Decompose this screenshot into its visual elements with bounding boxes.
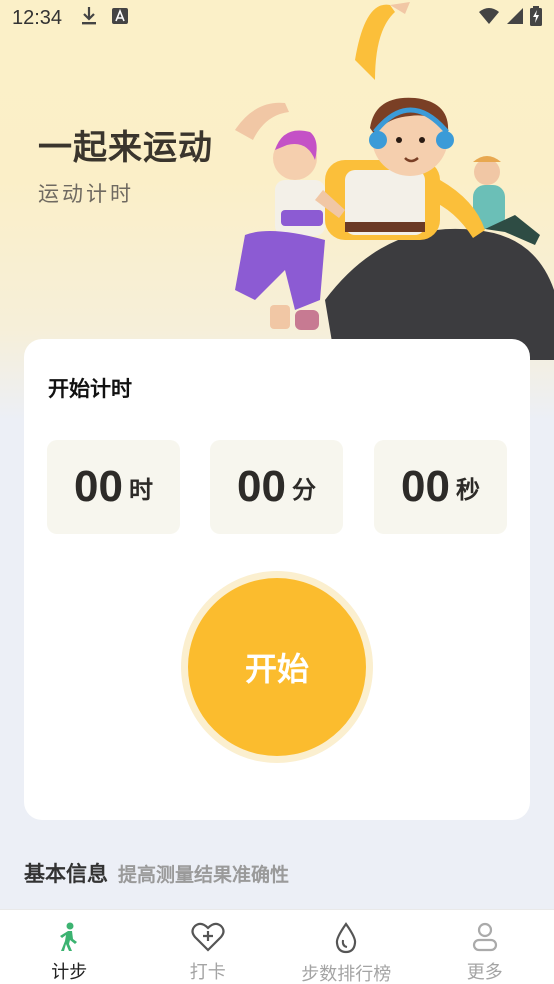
hours-display: 00 时 xyxy=(47,440,180,534)
start-button[interactable]: 开始 xyxy=(188,578,366,756)
nav-label-more: 更多 xyxy=(466,962,503,983)
minutes-value: 00 xyxy=(237,462,286,511)
nav-item-checkin[interactable]: 打卡 xyxy=(139,910,278,984)
basic-info-title: 基本信息 xyxy=(24,862,108,886)
hours-unit: 时 xyxy=(128,475,153,504)
hero-illustration xyxy=(215,0,554,360)
minutes-display: 00 分 xyxy=(210,440,343,534)
nav-label-checkin: 打卡 xyxy=(189,962,226,983)
walking-icon xyxy=(52,922,86,952)
seconds-display: 00 秒 xyxy=(374,440,507,534)
status-time: 12:34 xyxy=(12,6,63,29)
hero-title: 一起来运动 xyxy=(38,128,213,168)
nav-item-more[interactable]: 更多 xyxy=(416,910,554,984)
illustration-figure-middle xyxy=(325,2,485,240)
download-icon xyxy=(80,6,98,30)
person-icon xyxy=(468,922,502,952)
heart-plus-icon xyxy=(191,922,225,952)
nav-item-ranking[interactable]: 步数排行榜 xyxy=(277,910,416,984)
seconds-unit: 秒 xyxy=(455,475,480,504)
nav-label-steps: 计步 xyxy=(51,962,88,983)
hero-subtitle: 运动计时 xyxy=(38,182,134,206)
start-button-ring: 开始 xyxy=(181,571,373,763)
water-drop-icon xyxy=(329,922,363,954)
hours-value: 00 xyxy=(74,462,123,511)
timer-card-title: 开始计时 xyxy=(48,377,132,401)
nav-item-steps[interactable]: 计步 xyxy=(0,910,139,984)
bottom-nav: 计步 打卡 步数排行榜 更多 xyxy=(0,909,554,984)
minutes-unit: 分 xyxy=(291,475,316,504)
status-left-icons xyxy=(80,6,129,30)
basic-info-header: 基本信息 提高测量结果准确性 xyxy=(24,858,289,888)
basic-info-subtitle: 提高测量结果准确性 xyxy=(118,864,290,886)
nav-label-ranking: 步数排行榜 xyxy=(301,964,392,984)
seconds-value: 00 xyxy=(401,462,450,511)
timer-card: 开始计时 00 时 00 分 00 秒 开始 xyxy=(24,339,530,820)
font-a-icon xyxy=(112,8,129,28)
